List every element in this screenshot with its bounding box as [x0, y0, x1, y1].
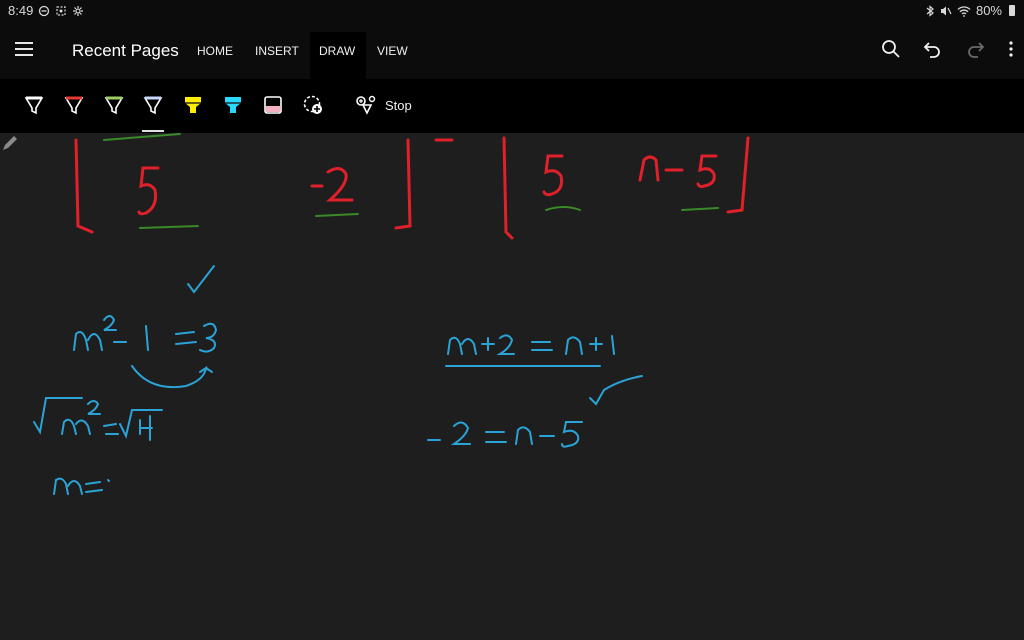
battery-percent: 80%: [975, 3, 1002, 18]
ink-layer: [33, 133, 750, 495]
app-actions: [880, 38, 1016, 60]
redo-icon[interactable]: [964, 38, 986, 60]
selected-tool-indicator: [142, 130, 164, 132]
draw-ribbon: Stop: [0, 79, 1024, 133]
ink-m-plus-2-eq-n-plus-1: [447, 334, 615, 355]
tab-home[interactable]: HOME: [197, 44, 233, 58]
ink-curved-arrow: [131, 365, 213, 389]
lasso-add-icon[interactable]: [301, 93, 325, 117]
status-bar: 8:49 80%: [0, 0, 1024, 22]
pen-white-icon[interactable]: [22, 93, 46, 117]
status-time: 8:49: [8, 3, 34, 18]
ink-left-bracket-right: [394, 138, 412, 230]
ink-green-underline-3: [315, 213, 359, 217]
ink-m-eq: [53, 477, 110, 495]
drawing-canvas[interactable]: [0, 133, 1024, 640]
ink-right-bracket-close: [726, 136, 750, 214]
wifi-icon: [957, 5, 971, 17]
status-left: 8:49: [8, 3, 84, 18]
ink-minus-2-eq-n-minus-5: [427, 421, 583, 448]
app-bar: Recent Pages HOME INSERT DRAW VIEW: [0, 22, 1024, 79]
mute-icon: [940, 6, 952, 15]
tab-insert[interactable]: INSERT: [255, 44, 299, 58]
menu-button[interactable]: [12, 36, 38, 62]
ink-checkmark: [187, 265, 215, 294]
app-title: Recent Pages: [72, 41, 179, 60]
pen-light-blue-icon[interactable]: [141, 93, 165, 117]
ink-digit-5-left: [137, 166, 160, 216]
battery-icon: [1009, 5, 1015, 16]
ink-n-minus-5: [638, 154, 718, 189]
ink-minus-2: [310, 167, 354, 202]
ink-sqrt-m2-eq-sqrt4: [33, 397, 163, 441]
menu-icon-line: [15, 54, 33, 56]
ink-left-bracket: [74, 138, 94, 234]
highlighter-cyan-icon[interactable]: [221, 93, 245, 117]
dnd-icon: [39, 5, 50, 16]
ink-digit-5-right: [542, 154, 564, 197]
tab-draw[interactable]: DRAW: [319, 44, 355, 58]
search-icon[interactable]: [880, 38, 902, 60]
pen-red-icon[interactable]: [62, 93, 86, 117]
highlighter-pink-icon[interactable]: [261, 93, 285, 117]
ink-right-bracket: [502, 136, 514, 240]
ink-green-underline-1: [103, 133, 181, 141]
stop-button[interactable]: Stop: [385, 98, 412, 113]
pen-edit-icon[interactable]: [0, 133, 20, 153]
ink-green-underline-5: [681, 207, 719, 211]
ink-green-underline-4: [545, 206, 581, 211]
pen-green-icon[interactable]: [102, 93, 126, 117]
status-right: 80%: [925, 3, 1015, 18]
highlighter-yellow-icon[interactable]: [181, 93, 205, 117]
undo-icon[interactable]: [922, 38, 944, 60]
screen-icon: [56, 5, 66, 16]
menu-icon: [15, 42, 33, 44]
more-icon[interactable]: [1006, 38, 1016, 60]
settings-icon: [73, 5, 84, 16]
ink-green-underline-2: [139, 225, 199, 229]
ink-tick-mark: [589, 375, 643, 406]
ink-to-shape-icon[interactable]: [353, 93, 377, 117]
tab-view[interactable]: VIEW: [377, 44, 408, 58]
ink-m2-minus-1-eq-3: [73, 315, 218, 353]
bluetooth-icon: [926, 4, 934, 17]
menu-icon-line: [15, 48, 33, 50]
